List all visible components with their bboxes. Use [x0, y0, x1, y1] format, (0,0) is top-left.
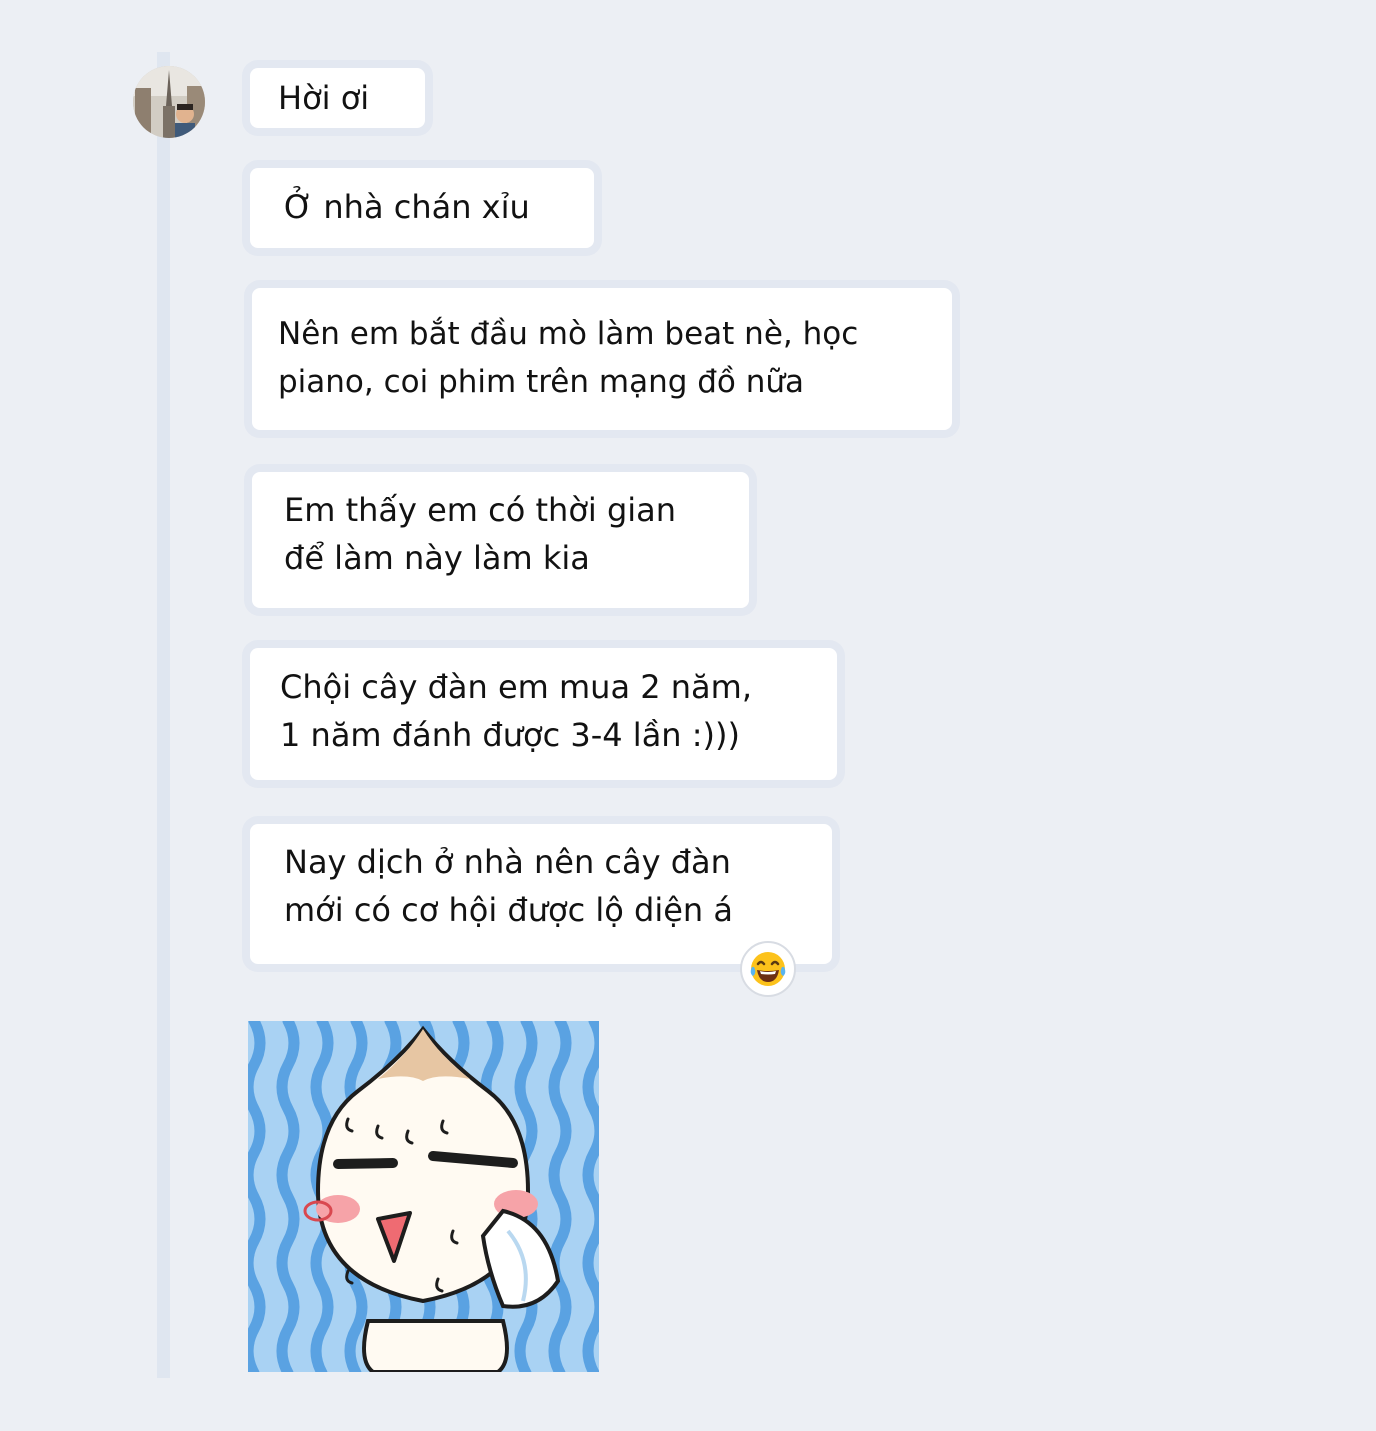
message-text: Ở nhà chán xỉu: [284, 188, 530, 226]
thread-line: [157, 52, 170, 1378]
message-bubble[interactable]: Em thấy em có thời gian để làm này làm k…: [252, 472, 749, 608]
message-bubble[interactable]: Nên em bắt đầu mò làm beat nè, học piano…: [252, 288, 952, 430]
message-text: Hời ơi: [278, 79, 370, 117]
message-bubble[interactable]: Nay dịch ở nhà nên cây đàn mới có cơ hội…: [250, 824, 832, 964]
message-text: Em thấy em có thời gian để làm này làm k…: [284, 491, 677, 577]
sweating-onion-character-sticker-icon[interactable]: [248, 1021, 599, 1372]
message-text: Nay dịch ở nhà nên cây đàn mới có cơ hội…: [284, 843, 733, 929]
sender-avatar[interactable]: [133, 66, 205, 138]
laughing-tears-emoji-icon[interactable]: [740, 941, 796, 997]
message-bubble[interactable]: Chội cây đàn em mua 2 năm, 1 năm đánh đư…: [250, 648, 837, 780]
message-text: Chội cây đàn em mua 2 năm, 1 năm đánh đư…: [280, 668, 752, 754]
message-text: Nên em bắt đầu mò làm beat nè, học piano…: [278, 316, 859, 400]
message-bubble[interactable]: Ở nhà chán xỉu: [250, 168, 594, 248]
message-bubble[interactable]: Hời ơi: [250, 68, 425, 128]
